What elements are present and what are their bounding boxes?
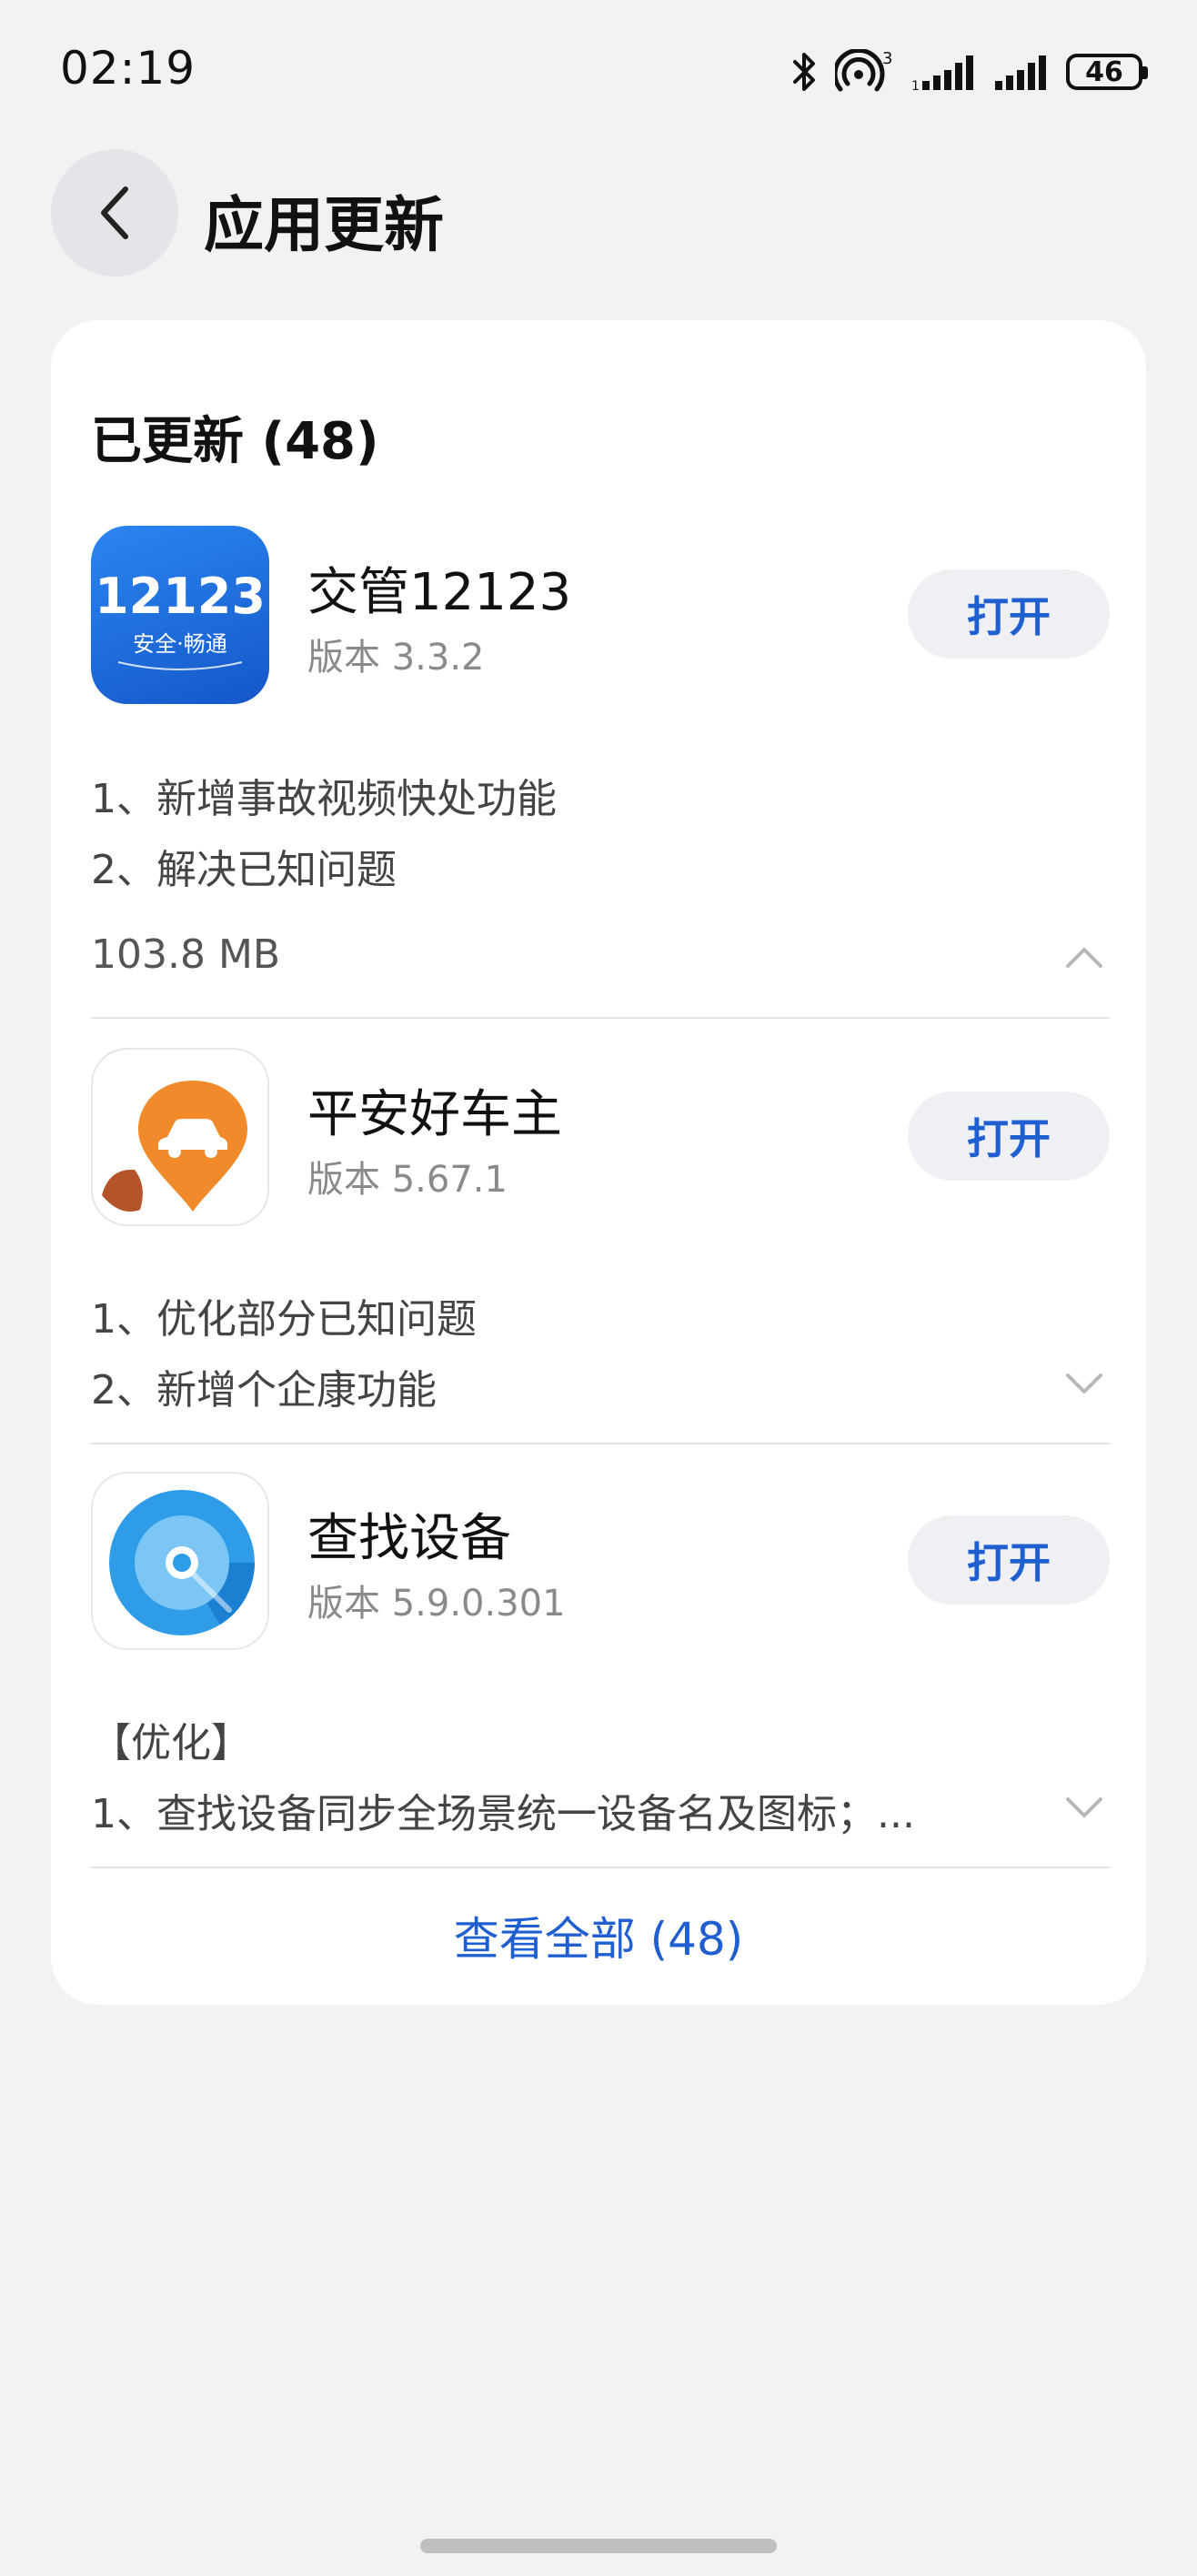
section-title: 已更新 (48) <box>91 412 379 471</box>
open-button-pingan[interactable]: 打开 <box>908 1092 1110 1181</box>
app-name: 平安好车主 <box>307 1085 562 1144</box>
app-version: 版本 3.3.2 <box>307 637 485 679</box>
signal-strength-2-icon <box>995 55 1046 90</box>
status-bar: 02:19 3 1 46 <box>0 0 1197 136</box>
app-item-jiaoguan: 12123 安全·畅通 交管12123 版本 3.3.2 打开 1、新增事故视频… <box>91 526 1110 999</box>
updated-apps-card: 已更新 (48) 12123 安全·畅通 交管12123 版本 3.3.2 打开… <box>51 320 1146 2005</box>
chevron-down-icon[interactable] <box>1064 1372 1104 1397</box>
find-device-app-icon <box>91 1472 269 1650</box>
app-name: 交管12123 <box>307 563 572 622</box>
chevron-left-icon <box>101 186 128 239</box>
back-button[interactable] <box>51 149 178 277</box>
app-item-find-device: 查找设备 版本 5.9.0.301 打开 【优化】 1、查找设备同步全场景统一设… <box>91 1472 1110 1890</box>
update-note: 【优化】 <box>91 1720 251 1766</box>
page-title: 应用更新 <box>204 190 444 260</box>
app-item-pingan: 平安好车主 版本 5.67.1 打开 1、优化部分已知问题 2、新增个企康功能 <box>91 1048 1110 1466</box>
divider <box>91 1443 1110 1444</box>
open-button-find-device[interactable]: 打开 <box>908 1515 1110 1605</box>
battery-level: 46 <box>1085 55 1123 88</box>
header: 应用更新 <box>0 146 1197 278</box>
view-all-button[interactable]: 查看全部 (48) <box>51 1903 1146 1968</box>
update-note: 2、新增个企康功能 <box>91 1367 437 1414</box>
hotspot-icon: 3 <box>835 49 892 92</box>
divider <box>91 1017 1110 1019</box>
svg-text:安全·畅通: 安全·畅通 <box>133 631 227 657</box>
update-note: 1、查找设备同步全场景统一设备名及图标；... <box>91 1791 915 1837</box>
svg-text:12123: 12123 <box>95 568 266 625</box>
update-note: 2、解决已知问题 <box>91 847 397 893</box>
app-size: 103.8 MB <box>91 931 281 978</box>
signal-strength-1-icon: 1 <box>911 55 973 92</box>
divider <box>91 1867 1110 1868</box>
update-note: 1、新增事故视频快处功能 <box>91 776 557 822</box>
app-name: 查找设备 <box>307 1509 511 1568</box>
chevron-up-icon[interactable] <box>1064 944 1104 970</box>
svg-text:3: 3 <box>882 49 892 68</box>
status-time: 02:19 <box>60 42 196 95</box>
app-version: 版本 5.9.0.301 <box>307 1583 566 1625</box>
app-version: 版本 5.67.1 <box>307 1159 508 1201</box>
update-note: 1、优化部分已知问题 <box>91 1296 477 1343</box>
pingan-app-icon <box>91 1048 269 1226</box>
svg-text:1: 1 <box>911 79 920 92</box>
home-indicator[interactable] <box>420 2539 777 2553</box>
jiaoguan-app-icon: 12123 安全·畅通 <box>91 526 269 704</box>
status-icons: 3 1 46 <box>791 47 1148 96</box>
open-button-jiaoguan[interactable]: 打开 <box>908 569 1110 659</box>
bluetooth-icon <box>793 53 815 91</box>
chevron-down-icon[interactable] <box>1064 1796 1104 1821</box>
battery-indicator: 46 <box>1066 54 1148 90</box>
